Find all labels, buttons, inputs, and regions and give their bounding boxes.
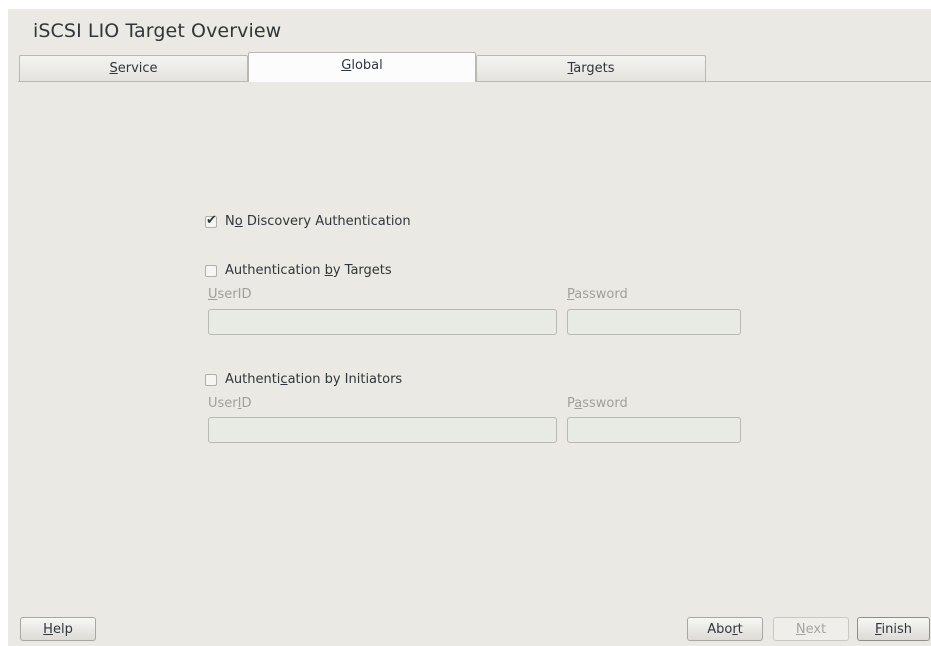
initiators-password-input[interactable] — [567, 417, 741, 443]
checkbox-unchecked-icon — [205, 373, 217, 386]
abort-button-label: Abort — [707, 621, 743, 637]
auth-by-initiators-label: Authentication by Initiators — [225, 372, 403, 387]
help-button[interactable]: Help — [20, 617, 96, 641]
finish-button[interactable]: Finish — [857, 617, 930, 641]
next-button-label: Next — [795, 621, 827, 637]
checkbox-unchecked-icon — [205, 264, 217, 277]
tab-global[interactable]: Global — [248, 52, 476, 82]
page-title: iSCSI LIO Target Overview — [33, 20, 282, 42]
initiators-userid-label: UserID — [208, 396, 252, 411]
help-button-label: Help — [43, 621, 73, 637]
finish-button-label: Finish — [874, 621, 913, 637]
auth-by-initiators-checkbox[interactable]: Authentication by Initiators — [205, 372, 402, 387]
targets-userid-label: UserID — [208, 287, 252, 302]
tab-label-targets: Targets — [567, 61, 615, 76]
targets-password-input[interactable] — [567, 309, 741, 335]
targets-userid-input[interactable] — [208, 309, 557, 335]
initiators-userid-input[interactable] — [208, 417, 557, 443]
tab-service[interactable]: Service — [19, 55, 248, 81]
no-discovery-auth-checkbox[interactable]: No Discovery Authentication — [205, 213, 411, 229]
tab-label-global: Global — [341, 58, 383, 73]
checkbox-checked-icon — [205, 213, 217, 228]
no-discovery-auth-label: No Discovery Authentication — [225, 214, 411, 229]
auth-by-targets-checkbox[interactable]: Authentication by Targets — [205, 263, 392, 278]
auth-by-targets-label: Authentication by Targets — [225, 263, 392, 278]
initiators-password-label: Password — [567, 396, 628, 411]
tab-targets[interactable]: Targets — [476, 55, 706, 81]
targets-password-label: Password — [567, 287, 628, 302]
tab-label-service: Service — [109, 61, 158, 76]
abort-button[interactable]: Abort — [687, 617, 763, 641]
next-button[interactable]: Next — [773, 617, 849, 641]
